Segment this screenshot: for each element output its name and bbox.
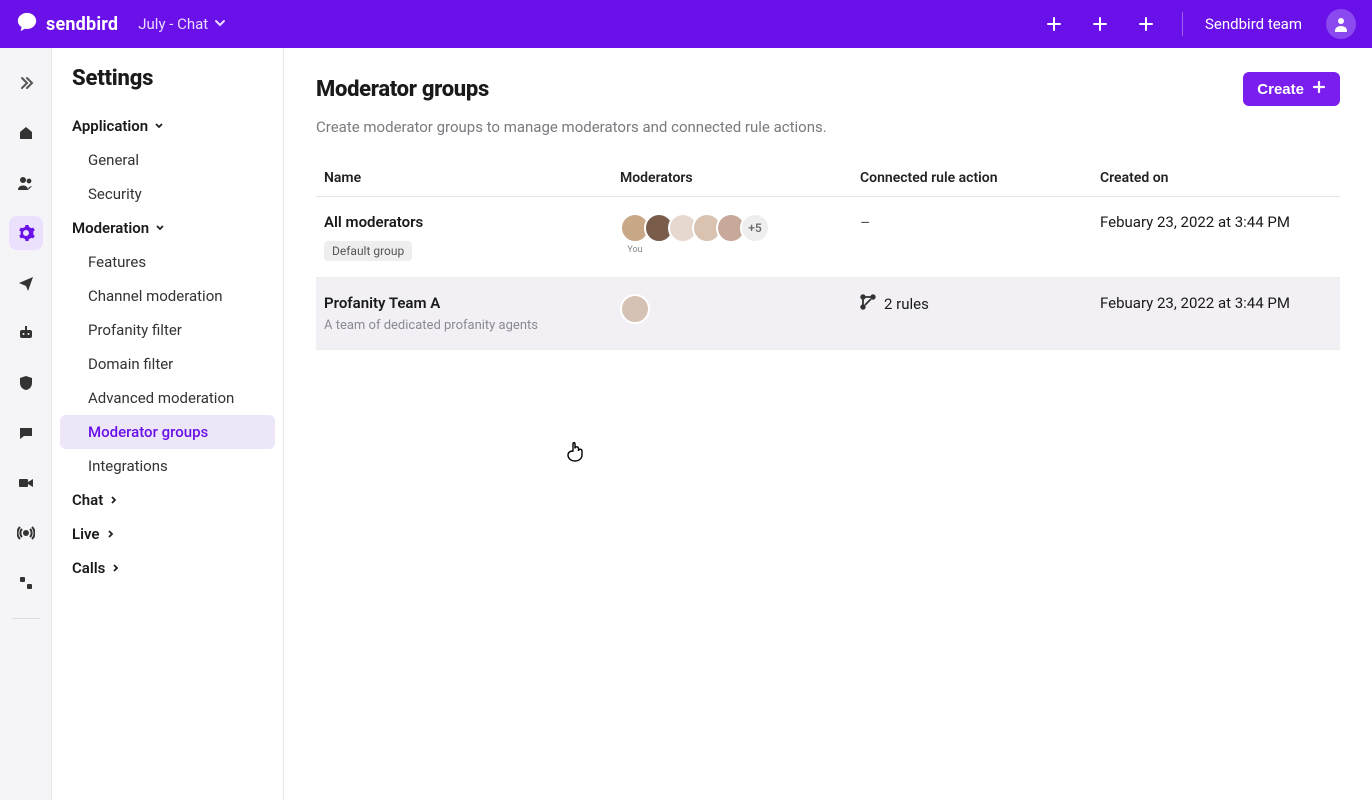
col-name: Name: [324, 170, 620, 186]
sidebar-item-features[interactable]: Features: [60, 245, 275, 279]
rail-send[interactable]: [9, 266, 43, 300]
top-header: sendbird July - Chat Sendbird team: [0, 0, 1372, 48]
rail-shield[interactable]: [9, 366, 43, 400]
sidebar-item-integrations[interactable]: Integrations: [60, 449, 275, 483]
section-application[interactable]: Application: [52, 109, 283, 143]
col-moderators: Moderators: [620, 170, 860, 186]
header-add-2[interactable]: [1086, 10, 1114, 38]
rail-broadcast[interactable]: [9, 516, 43, 550]
col-rule-action: Connected rule action: [860, 170, 1100, 186]
avatar: [620, 294, 650, 324]
rule-action-count: 2 rules: [884, 295, 929, 313]
rail-settings[interactable]: [9, 216, 43, 250]
sidebar-title: Settings: [52, 66, 283, 109]
brand-name: sendbird: [46, 14, 118, 35]
default-badge: Default group: [324, 241, 412, 261]
chevron-right-icon: [111, 559, 121, 577]
chevron-down-icon: [154, 117, 164, 135]
sidebar-item-domain-filter[interactable]: Domain filter: [60, 347, 275, 381]
divider: [1182, 12, 1183, 36]
table-header: Name Moderators Connected rule action Cr…: [316, 160, 1340, 197]
header-actions: Sendbird team: [1040, 9, 1356, 39]
rule-graph-icon: [860, 294, 876, 314]
moderators-cell: [620, 294, 860, 324]
table-row[interactable]: Profanity Team A A team of dedicated pro…: [316, 278, 1340, 350]
avatar-more: +5: [740, 213, 770, 243]
sidebar-item-channel-moderation[interactable]: Channel moderation: [60, 279, 275, 313]
rule-action-empty: –: [860, 213, 871, 232]
page-title: Moderator groups: [316, 77, 489, 102]
page-description: Create moderator groups to manage modera…: [316, 118, 1340, 136]
nav-rail: [0, 48, 52, 800]
brand-logo-icon: [16, 11, 38, 37]
app-switcher-label: July - Chat: [138, 15, 208, 33]
moderators-cell: You +5: [620, 213, 860, 255]
rail-chat[interactable]: [9, 416, 43, 450]
rail-video[interactable]: [9, 466, 43, 500]
chevron-right-icon: [106, 525, 116, 543]
section-chat[interactable]: Chat: [52, 483, 283, 517]
sidebar-item-general[interactable]: General: [60, 143, 275, 177]
brand: sendbird: [16, 11, 118, 37]
rail-expand[interactable]: [9, 66, 43, 100]
group-name: All moderators: [324, 213, 610, 231]
created-on: Febuary 23, 2022 at 3:44 PM: [1100, 294, 1332, 312]
plus-icon: [1312, 80, 1326, 98]
rail-apps[interactable]: [9, 566, 43, 600]
header-add-1[interactable]: [1040, 10, 1068, 38]
app-switcher[interactable]: July - Chat: [138, 15, 226, 33]
rail-users[interactable]: [9, 166, 43, 200]
sidebar-item-security[interactable]: Security: [60, 177, 275, 211]
sidebar-item-profanity-filter[interactable]: Profanity filter: [60, 313, 275, 347]
user-avatar[interactable]: [1326, 9, 1356, 39]
chevron-right-icon: [109, 491, 119, 509]
group-subtitle: A team of dedicated profanity agents: [324, 318, 610, 333]
main-content: Moderator groups Create Create moderator…: [284, 48, 1372, 800]
sidebar-item-moderator-groups[interactable]: Moderator groups: [60, 415, 275, 449]
section-live[interactable]: Live: [52, 517, 283, 551]
table-row[interactable]: All moderators Default group You +5: [316, 197, 1340, 278]
rail-home[interactable]: [9, 116, 43, 150]
create-button[interactable]: Create: [1243, 72, 1340, 106]
team-label[interactable]: Sendbird team: [1205, 15, 1302, 33]
settings-sidebar: Settings Application General Security Mo…: [52, 48, 284, 800]
rail-bot[interactable]: [9, 316, 43, 350]
create-button-label: Create: [1257, 81, 1304, 98]
section-calls[interactable]: Calls: [52, 551, 283, 585]
created-on: Febuary 23, 2022 at 3:44 PM: [1100, 213, 1332, 231]
sidebar-item-advanced-moderation[interactable]: Advanced moderation: [60, 381, 275, 415]
chevron-down-icon: [155, 219, 165, 237]
section-moderation[interactable]: Moderation: [52, 211, 283, 245]
groups-table: Name Moderators Connected rule action Cr…: [316, 160, 1340, 350]
rail-divider: [12, 618, 40, 619]
col-created-on: Created on: [1100, 170, 1332, 186]
you-label: You: [627, 245, 642, 255]
chevron-down-icon: [214, 15, 226, 33]
group-name: Profanity Team A: [324, 294, 610, 312]
header-add-3[interactable]: [1132, 10, 1160, 38]
